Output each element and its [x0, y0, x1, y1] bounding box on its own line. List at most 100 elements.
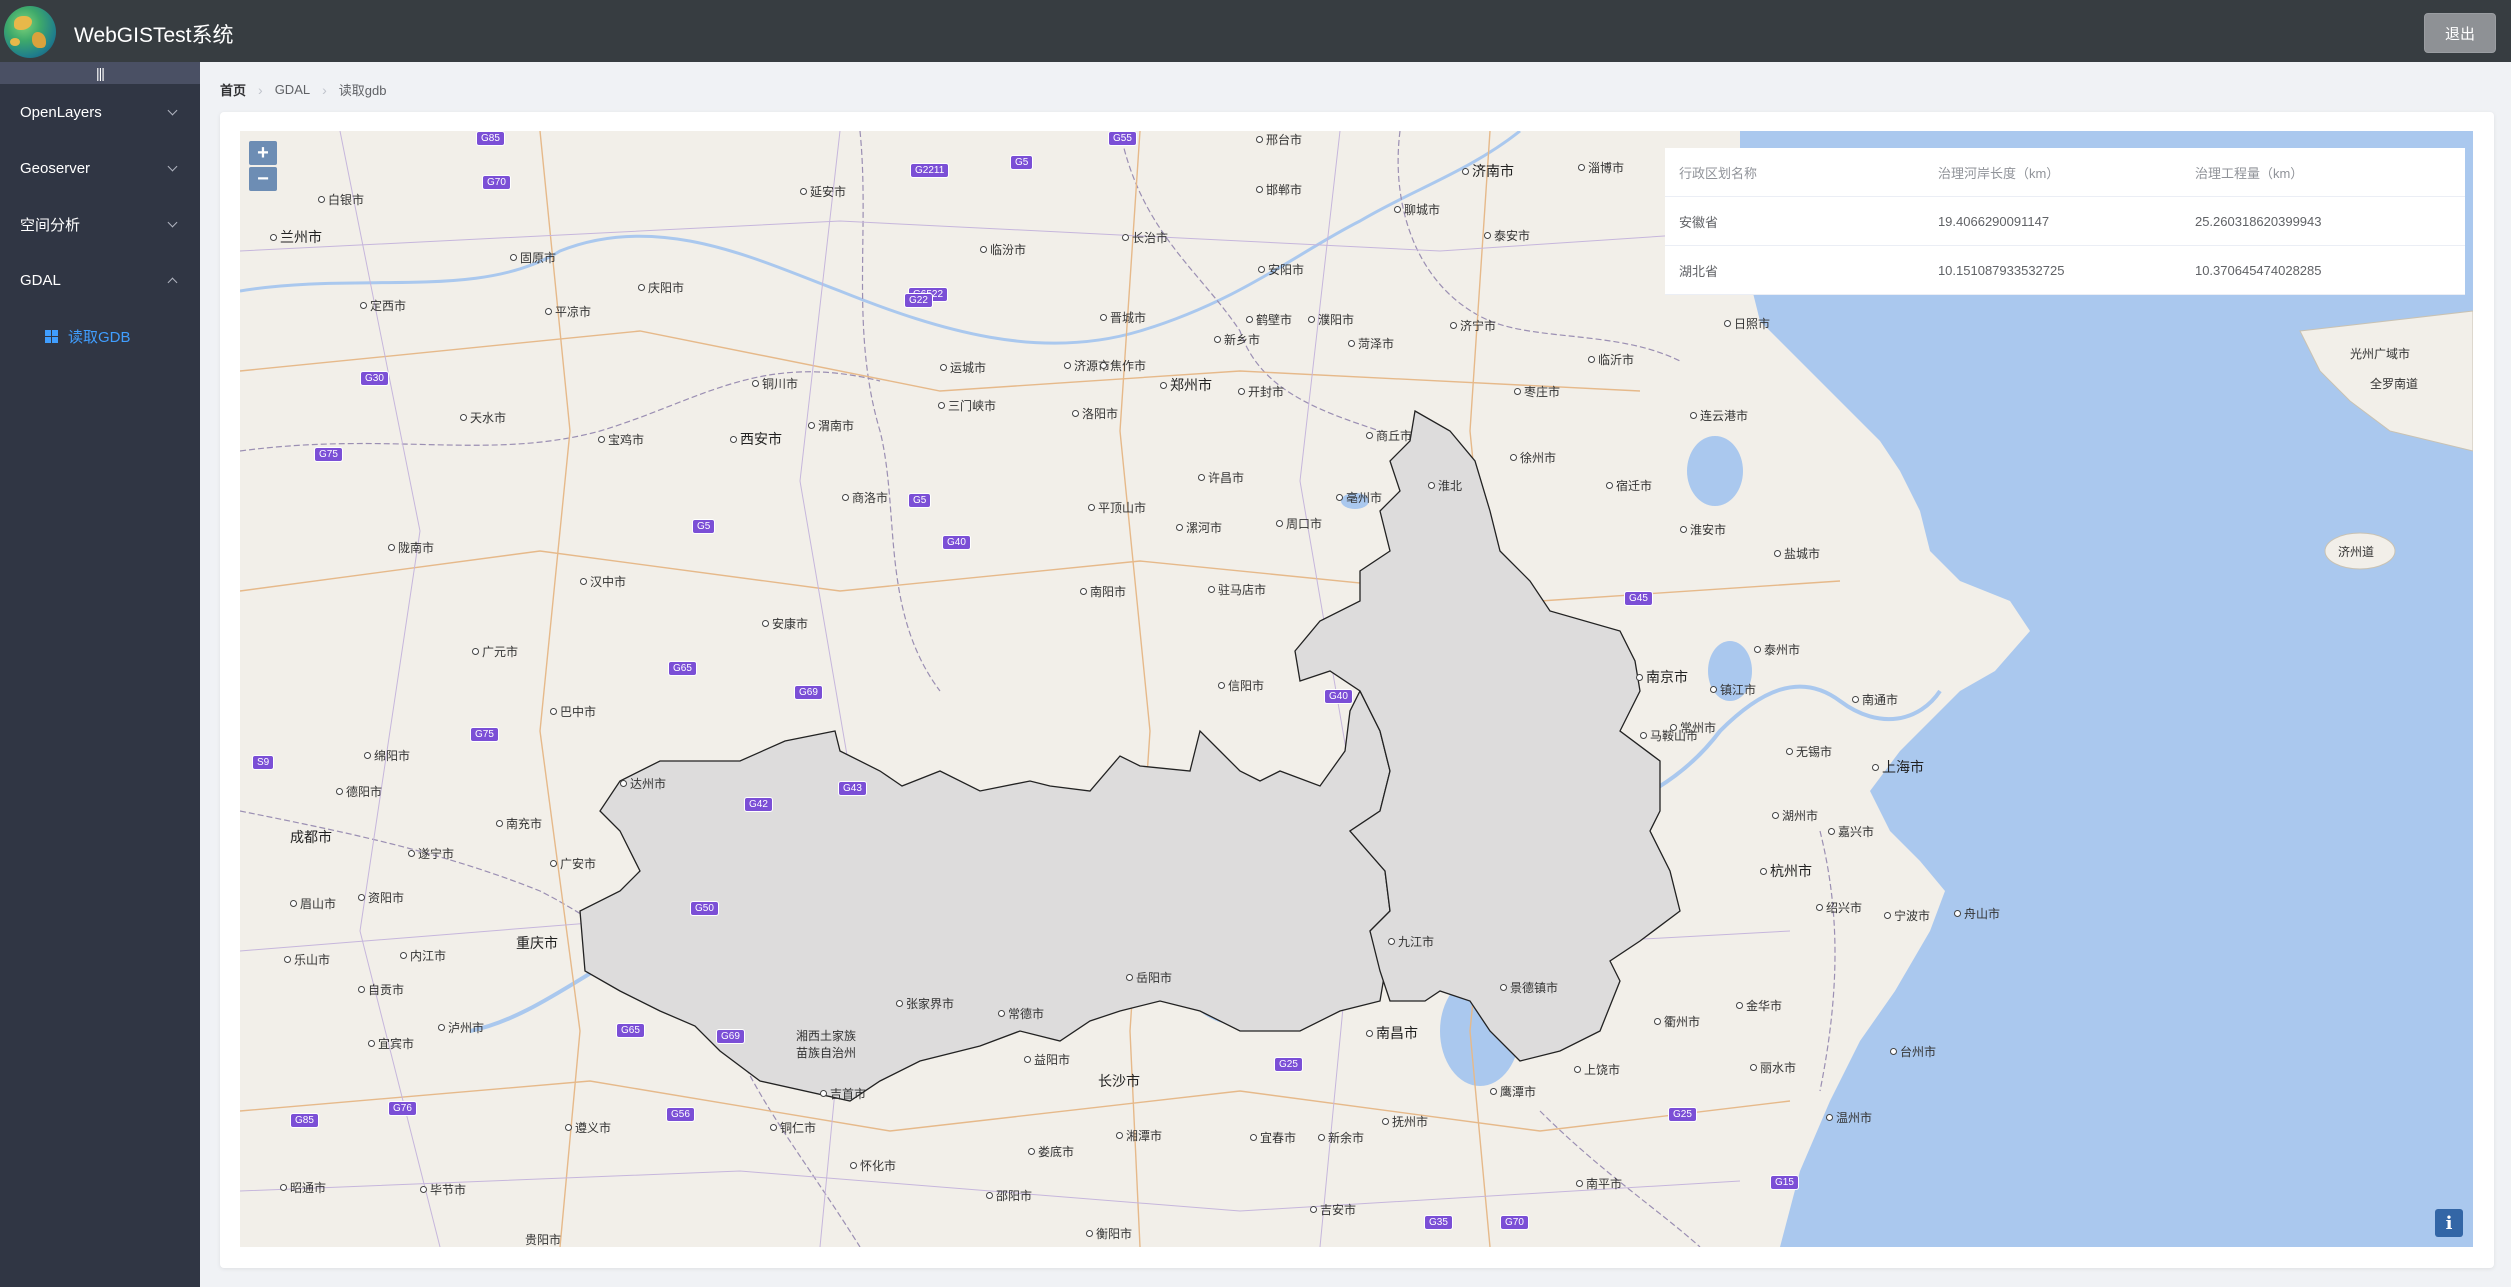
place-label: 汉中市 [580, 573, 626, 590]
sidebar-item-spatial-analysis[interactable]: 空间分析 [0, 196, 200, 252]
place-label: 天水市 [460, 409, 506, 426]
place-label: 安康市 [762, 615, 808, 632]
place-label: 资阳市 [358, 889, 404, 906]
place-label: 遂宁市 [408, 845, 454, 862]
breadcrumb-home[interactable]: 首页 [220, 80, 246, 99]
place-label: 洛阳市 [1072, 405, 1118, 422]
sidebar-subitem-read-gdb[interactable]: 读取GDB [0, 308, 200, 364]
highway-shield: G70 [482, 175, 511, 190]
zoom-out-button[interactable]: − [249, 167, 277, 191]
place-label: 邢台市 [1256, 131, 1302, 148]
place-label: 泸州市 [438, 1019, 484, 1036]
place-label: 商洛市 [842, 489, 888, 506]
highway-shield: G35 [1424, 1215, 1453, 1230]
place-label: 岳阳市 [1126, 969, 1172, 986]
highway-shield: G42 [744, 797, 773, 812]
table-row[interactable]: 湖北省 10.151087933532725 10.37064547402828… [1665, 246, 2465, 295]
place-label: 淮安市 [1680, 521, 1726, 538]
place-label: 济州道 [2338, 545, 2375, 559]
highway-shield: G69 [794, 685, 823, 700]
place-label: 白银市 [318, 191, 364, 208]
place-label: 上饶市 [1574, 1061, 1620, 1078]
place-label: 贵阳市 [525, 1233, 562, 1247]
attribution-info-button[interactable]: i [2435, 1209, 2463, 1237]
place-label: 信阳市 [1218, 677, 1264, 694]
place-label: 遵义市 [565, 1119, 611, 1136]
chevron-right-icon: › [322, 81, 327, 98]
highway-shield: G43 [838, 781, 867, 796]
place-label: 马鞍山市 [1640, 727, 1698, 744]
highway-shield: G55 [1108, 131, 1137, 146]
place-label: 商丘市 [1366, 427, 1412, 444]
grid-icon [45, 329, 58, 343]
place-label: 连云港市 [1690, 407, 1748, 424]
place-label: 长沙市 [1098, 1073, 1140, 1089]
logout-button[interactable]: 退出 [2424, 13, 2496, 53]
highway-shield: G5 [692, 519, 716, 534]
place-label: 常德市 [998, 1005, 1044, 1022]
sidebar-item-openlayers[interactable]: OpenLayers [0, 84, 200, 140]
place-label: 无锡市 [1786, 743, 1832, 760]
highway-shield: G56 [666, 1107, 695, 1122]
place-label: 淮北 [1428, 477, 1462, 494]
place-label: 乐山市 [284, 951, 330, 968]
place-label: 达州市 [620, 775, 666, 792]
place-label: 宜宾市 [368, 1035, 414, 1052]
place-label: 济南市 [1462, 161, 1514, 181]
sidebar-item-geoserver[interactable]: Geoserver [0, 140, 200, 196]
place-label: 固原市 [510, 249, 556, 266]
globe-logo-icon [4, 6, 56, 58]
chevron-right-icon: › [258, 81, 263, 98]
place-label: 淄博市 [1578, 159, 1624, 176]
highway-shield: S9 [252, 755, 275, 770]
place-label: 自贡市 [358, 981, 404, 998]
place-label: 焦作市 [1100, 357, 1146, 374]
place-label: 吉安市 [1310, 1201, 1356, 1218]
breadcrumb-gdal: GDAL [274, 82, 311, 97]
highway-shield: G75 [314, 447, 343, 462]
place-label: 宝鸡市 [598, 431, 644, 448]
place-label: 漯河市 [1176, 519, 1222, 536]
place-label: 亳州市 [1336, 489, 1382, 506]
place-label: 西安市 [730, 429, 782, 449]
map-view[interactable]: 兰州市 白银市 定西市 固原市 平凉市 庆阳市 延安市 天水市 宝鸡市 铜川市 … [240, 131, 2473, 1247]
sidebar-item-gdal[interactable]: GDAL [0, 252, 200, 308]
place-label: 驻马店市 [1208, 581, 1266, 598]
highway-shield: G65 [616, 1023, 645, 1038]
place-label: 张家界市 [896, 995, 954, 1012]
place-label: 湖州市 [1772, 807, 1818, 824]
place-label: 平顶山市 [1088, 499, 1146, 516]
place-label: 渭南市 [808, 417, 854, 434]
highway-shield: G5 [1010, 155, 1034, 170]
result-table: 行政区划名称 治理河岸长度（km） 治理工程量（km） 安徽省 19.40662… [1665, 148, 2465, 295]
highway-shield: G25 [1274, 1057, 1303, 1072]
place-label: 鹤壁市 [1246, 311, 1292, 328]
place-label: 南通市 [1852, 691, 1898, 708]
place-label: 安阳市 [1258, 261, 1304, 278]
table-header-cell: 行政区划名称 [1679, 165, 1758, 181]
table-header-cell: 治理工程量（km） [2194, 165, 2304, 181]
place-label: 陇南市 [388, 539, 434, 556]
highway-shield: G69 [716, 1029, 745, 1044]
table-header-cell: 治理河岸长度（km） [1937, 165, 2060, 181]
highway-shield: G50 [690, 901, 719, 916]
app-title: WebGISTest系统 [74, 24, 234, 47]
place-label: 九江市 [1388, 933, 1434, 950]
place-label: 邵阳市 [986, 1187, 1032, 1204]
zoom-in-button[interactable]: + [249, 141, 277, 165]
chevron-down-icon [167, 105, 178, 116]
place-label: 定西市 [360, 297, 406, 314]
place-label: 成都市 [290, 829, 332, 845]
place-label: 日照市 [1724, 315, 1770, 332]
sidebar-collapse-button[interactable]: ||| [0, 62, 200, 84]
table-cell: 25.260318620399943 [2194, 213, 2322, 229]
highway-shield: G85 [290, 1113, 319, 1128]
table-header-row: 行政区划名称 治理河岸长度（km） 治理工程量（km） [1665, 148, 2465, 197]
place-label: 抚州市 [1382, 1113, 1428, 1130]
place-label: 枣庄市 [1514, 383, 1560, 400]
place-label: 泰安市 [1484, 227, 1530, 244]
table-row[interactable]: 安徽省 19.4066290091147 25.260318620399943 [1665, 197, 2465, 246]
sidebar-item-label: 空间分析 [20, 216, 81, 234]
place-label: 宜春市 [1250, 1129, 1296, 1146]
place-label: 开封市 [1238, 383, 1284, 400]
